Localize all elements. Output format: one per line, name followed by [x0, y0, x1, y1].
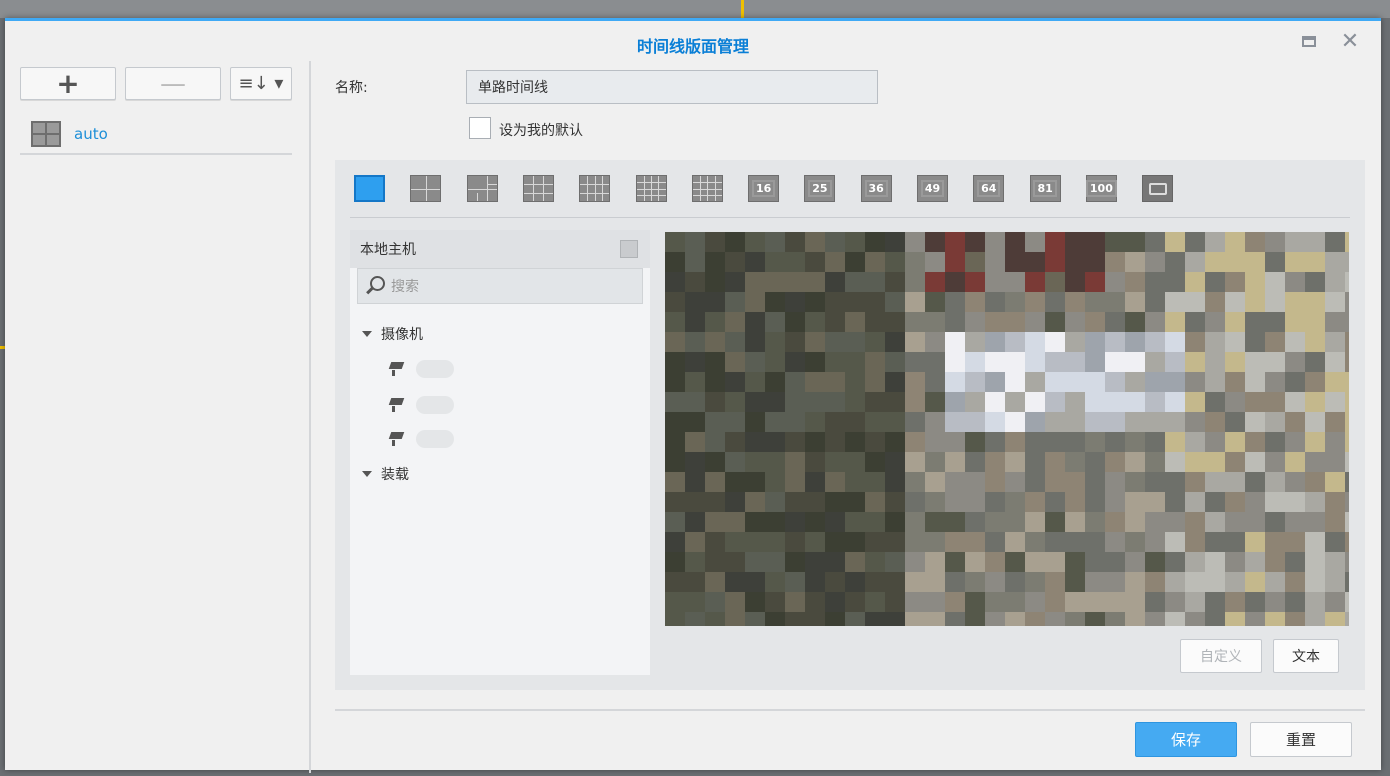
layout-option-label: 81: [1033, 180, 1057, 197]
background-marker: [741, 0, 744, 18]
custom-button[interactable]: 自定义: [1180, 639, 1262, 673]
name-input[interactable]: 单路时间线: [466, 70, 878, 104]
reset-button[interactable]: 重置: [1250, 722, 1352, 757]
camera-icon: [390, 398, 410, 412]
search-icon: [365, 276, 385, 296]
tree-group-label: 装载: [381, 467, 409, 483]
host-label: 本地主机: [360, 242, 416, 258]
default-checkbox-label: 设为我的默认: [499, 123, 583, 139]
redacted-camera-name: [416, 360, 454, 378]
divider: [350, 217, 1350, 218]
save-button[interactable]: 保存: [1135, 722, 1237, 757]
layout-option-1+12[interactable]: [579, 175, 611, 202]
layout-option-36[interactable]: 36: [860, 175, 892, 202]
caret-down-icon: [362, 331, 372, 337]
text-button[interactable]: 文本: [1273, 639, 1339, 673]
layout-option-label: 100: [1085, 180, 1117, 197]
search-placeholder: 搜索: [391, 279, 419, 295]
layout-option-49[interactable]: 49: [917, 175, 948, 202]
layout-option-1+5[interactable]: [466, 175, 498, 202]
layout-option-1x1[interactable]: [354, 175, 385, 202]
remove-layout-button[interactable]: —: [125, 67, 221, 100]
camera-tree-panel: 本地主机 搜索 摄像机 装载: [350, 230, 650, 675]
camera-icon: [390, 432, 410, 446]
layout-option-4x4-center[interactable]: [635, 175, 667, 202]
layout-option-label: 16: [751, 180, 776, 197]
video-camera-icon: [1148, 182, 1167, 195]
close-icon: ✕: [1340, 29, 1360, 54]
layout-editor-panel: 16 25 36 49 64 81 100 本地主机 搜索 摄像机 装载 自定义…: [335, 160, 1365, 690]
dialog-title: 时间线版面管理: [636, 37, 749, 56]
host-header: 本地主机: [350, 230, 650, 268]
layout-option-3x3[interactable]: [522, 175, 554, 202]
layout-option-81[interactable]: 81: [1029, 175, 1061, 202]
redacted-camera-name: [416, 396, 454, 414]
collapse-icon[interactable]: [620, 240, 638, 258]
layout-option-label: 25: [808, 180, 832, 197]
close-button[interactable]: ✕: [1339, 31, 1361, 53]
tree-group-mount[interactable]: 装载: [362, 464, 409, 484]
layout-option-4x4[interactable]: [691, 175, 723, 202]
layout-list-item[interactable]: auto: [20, 115, 292, 155]
default-checkbox[interactable]: [469, 117, 491, 139]
layout-option-label: 49: [920, 180, 945, 197]
tree-group-cameras[interactable]: 摄像机: [362, 324, 423, 344]
video-preview-pixelated[interactable]: [665, 232, 1349, 626]
layout-option-100[interactable]: 100: [1085, 175, 1117, 202]
redacted-camera-name: [416, 430, 454, 448]
layout-list-item-label: auto: [74, 125, 108, 143]
layout-option-2x2[interactable]: [410, 175, 442, 202]
caret-down-icon: [362, 471, 372, 477]
camera-item[interactable]: [390, 396, 454, 414]
camera-icon: [390, 362, 410, 376]
name-input-value: 单路时间线: [478, 80, 548, 96]
layout-option-label: 64: [977, 180, 1001, 197]
camera-search-input[interactable]: 搜索: [357, 268, 643, 304]
tree-group-label: 摄像机: [381, 327, 423, 343]
grid-layout-icon: [31, 121, 61, 147]
layout-option-camera[interactable]: [1142, 175, 1174, 202]
layout-option-64[interactable]: 64: [973, 175, 1005, 202]
footer-divider: [335, 709, 1365, 711]
layout-option-label: 36: [864, 180, 888, 197]
camera-item[interactable]: [390, 360, 454, 378]
maximize-button[interactable]: [1298, 31, 1320, 53]
maximize-icon: [1302, 36, 1316, 47]
add-layout-button[interactable]: +: [20, 67, 116, 100]
layout-option-25[interactable]: 25: [804, 175, 836, 202]
dialog-window: 时间线版面管理 ✕ + — ≡↓ ▾ auto 名称: 单路时间线 设为我的默认…: [5, 18, 1381, 773]
camera-item[interactable]: [390, 430, 454, 448]
name-label: 名称:: [335, 80, 368, 96]
layout-list-pane: + — ≡↓ ▾ auto: [5, 61, 311, 773]
layout-option-16[interactable]: 16: [748, 175, 780, 202]
sort-button[interactable]: ≡↓ ▾: [230, 67, 292, 100]
background-strip: [0, 0, 1390, 18]
